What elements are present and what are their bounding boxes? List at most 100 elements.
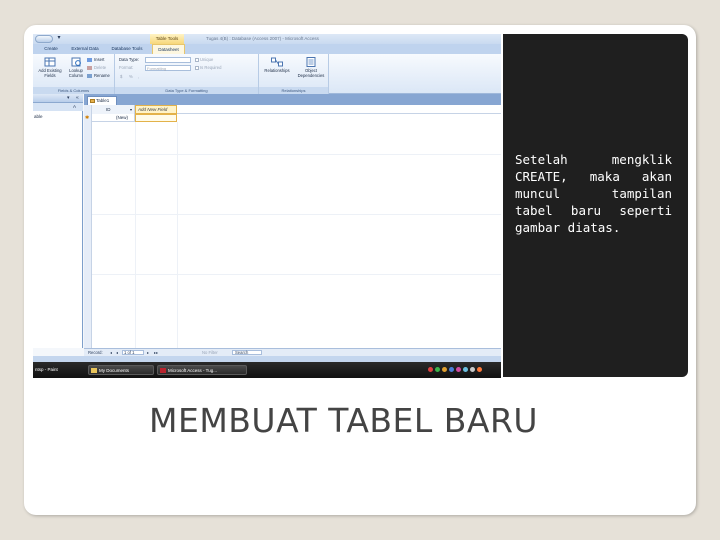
data-type-label: Data Type: <box>119 57 140 62</box>
currency-button[interactable]: $ <box>120 74 122 80</box>
office-button[interactable] <box>35 35 53 43</box>
group-label-fields-columns: Fields & Columns <box>33 87 114 94</box>
relationships-button[interactable]: Relationships <box>261 57 293 73</box>
search-placeholder: Search <box>235 350 249 355</box>
tab-datasheet[interactable]: Datasheet <box>152 44 185 54</box>
delete-label: Delete <box>94 65 107 70</box>
delete-button[interactable]: Delete <box>87 65 106 71</box>
is-required-label: Is Required <box>200 65 222 70</box>
navigation-pane: ▾ « A able <box>33 94 83 348</box>
new-record-id-cell[interactable]: (New) <box>92 114 135 122</box>
format-label: Format: <box>119 65 134 70</box>
tab-create[interactable]: Create <box>39 44 63 54</box>
unique-label: Unique <box>200 57 214 62</box>
new-record-field-cell[interactable] <box>135 114 177 122</box>
object-dependencies-button[interactable]: Object Dependencies <box>295 57 327 78</box>
tab-table1[interactable]: Table1 <box>87 96 117 105</box>
insert-column-icon <box>87 57 92 62</box>
tray-icon[interactable] <box>449 367 454 372</box>
access-screenshot: ▾ Table Tools Tugas 4(B) : Database (Acc… <box>33 34 501 378</box>
ribbon: Add Existing Fields Lookup Column Insert… <box>33 54 501 94</box>
rename-button[interactable]: Rename <box>87 73 110 79</box>
taskbar-item-paint[interactable]: ntsp - Paint <box>33 365 85 375</box>
add-existing-fields-button[interactable]: Add Existing Fields <box>35 57 65 78</box>
qat-menu-icon[interactable]: ▾ <box>55 35 63 42</box>
caption-panel: Setelah mengklik CREATE, maka akan muncu… <box>503 34 688 377</box>
nav-pane-header: ▾ « <box>33 94 83 103</box>
folder-icon <box>91 368 97 374</box>
rename-label: Rename <box>94 73 110 78</box>
unique-checkbox[interactable]: Unique <box>195 57 213 63</box>
tab-external-data[interactable]: External Data <box>67 44 103 54</box>
nav-sort-icon[interactable]: A <box>73 103 76 111</box>
group-data-type-formatting: Data Type: Format: Formatting $ % , Uniq… <box>115 54 259 94</box>
comma-button[interactable]: , <box>138 74 139 80</box>
windows-taskbar: ntsp - Paint My Documents Microsoft Acce… <box>33 362 501 378</box>
record-position: 1 of 1 <box>124 350 135 355</box>
title-bar: ▾ Table Tools Tugas 4(B) : Database (Acc… <box>33 34 501 44</box>
format-combo[interactable]: Formatting <box>145 65 191 71</box>
group-label-relationships: Relationships <box>259 87 328 94</box>
add-fields-icon <box>44 57 56 67</box>
is-required-checkbox[interactable]: Is Required <box>195 65 221 71</box>
slide-title: MEMBUAT TABEL BARU <box>149 401 539 440</box>
lookup-column-label: Lookup Column <box>68 68 84 78</box>
tray-icon[interactable] <box>428 367 433 372</box>
tray-icon[interactable] <box>456 367 461 372</box>
grid-line <box>92 274 501 275</box>
tab-database-tools[interactable]: Database Tools <box>107 44 147 54</box>
taskbar-item-access[interactable]: Microsoft Access - Tug... <box>157 365 247 375</box>
taskbar-item-my-documents[interactable]: My Documents <box>88 365 154 375</box>
nav-pane-subheader: A <box>33 103 83 111</box>
column-header-id[interactable]: ID ▾ <box>92 105 135 114</box>
rename-column-icon <box>87 73 92 78</box>
tray-icon[interactable] <box>470 367 475 372</box>
relationships-icon <box>271 57 283 67</box>
datasheet-area: Table1 ID ▾ Add New Field ✱ (New) <box>84 94 501 348</box>
grid-line <box>92 154 501 155</box>
nav-dropdown-icon[interactable]: ▾ <box>67 94 70 103</box>
nav-collapse-icon[interactable]: « <box>76 94 79 103</box>
previous-record-button[interactable]: ◂ <box>116 349 118 356</box>
tray-icon[interactable] <box>435 367 440 372</box>
table1-label: Table1 <box>96 98 110 103</box>
tray-icon[interactable] <box>463 367 468 372</box>
unique-check-box <box>195 57 199 62</box>
lookup-column-button[interactable]: Lookup Column <box>66 57 86 78</box>
tray-icon[interactable] <box>477 367 482 372</box>
group-relationships: Relationships Object Dependencies Relati… <box>259 54 329 94</box>
record-label: Record: <box>88 350 103 355</box>
document-tab-strip: Table1 <box>84 94 501 105</box>
next-record-button[interactable]: ▸ <box>147 349 149 356</box>
insert-label: Insert <box>94 57 105 62</box>
data-type-combo[interactable] <box>145 57 191 63</box>
column-header-add-new-field[interactable]: Add New Field <box>135 105 177 114</box>
object-dependencies-icon <box>306 57 316 67</box>
new-record-icon: ✱ <box>85 115 90 121</box>
grid-line <box>177 122 178 348</box>
ribbon-tabs: Create External Data Database Tools Data… <box>33 44 501 54</box>
lookup-column-icon <box>71 57 81 67</box>
delete-column-icon <box>87 65 92 70</box>
no-filter-button[interactable]: No Filter <box>202 349 218 356</box>
caption-text: Setelah mengklik CREATE, maka akan muncu… <box>515 152 672 235</box>
add-existing-fields-label: Add Existing Fields <box>38 68 62 78</box>
last-record-button[interactable]: ▸▸ <box>154 349 158 356</box>
insert-button[interactable]: Insert <box>87 57 104 63</box>
group-label-data-type-formatting: Data Type & Formatting <box>115 87 258 94</box>
group-fields-columns: Add Existing Fields Lookup Column Insert… <box>33 54 115 94</box>
context-tab-title: Table Tools <box>150 34 184 44</box>
grid-line <box>92 214 501 215</box>
my-documents-label: My Documents <box>99 368 130 373</box>
grid-line <box>135 122 136 348</box>
nav-item-table[interactable]: able <box>34 113 43 120</box>
access-taskbar-label: Microsoft Access - Tug... <box>168 368 218 373</box>
column-id-dropdown-icon[interactable]: ▾ <box>130 105 132 114</box>
percent-button[interactable]: % <box>129 74 133 80</box>
table-icon <box>90 98 95 103</box>
tray-icon[interactable] <box>442 367 447 372</box>
is-required-check-box <box>195 65 199 70</box>
column-id-label: ID <box>106 107 111 112</box>
relationships-label: Relationships <box>264 68 290 73</box>
first-record-button[interactable]: ◂ <box>110 349 112 356</box>
